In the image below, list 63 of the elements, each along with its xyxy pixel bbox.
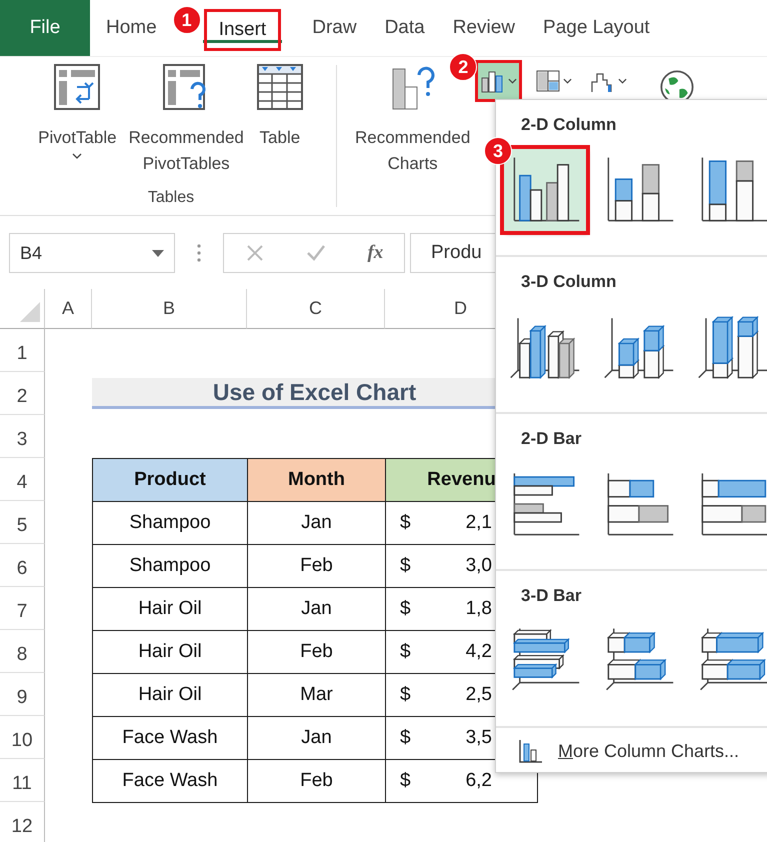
row-header[interactable]: 2: [0, 372, 45, 415]
row-header[interactable]: 7: [0, 587, 45, 630]
table-icon: [256, 63, 304, 111]
row-header[interactable]: 3: [0, 415, 45, 458]
step-badge: 1: [172, 6, 201, 34]
column-header[interactable]: B: [92, 289, 247, 329]
table-header: Product: [92, 458, 248, 502]
section-heading: 3-D Bar: [521, 586, 582, 606]
row-header[interactable]: 1: [0, 329, 45, 372]
cell-reference: B4: [20, 242, 42, 264]
amount: 3,0: [466, 555, 492, 577]
insert-function-button[interactable]: fx: [367, 242, 384, 264]
currency-symbol: $: [400, 598, 411, 620]
row-header[interactable]: 12: [0, 802, 45, 842]
group-label: Tables: [148, 189, 194, 207]
currency-symbol: $: [400, 770, 411, 792]
column-chart-icon: [518, 738, 544, 764]
currency-symbol: $: [400, 684, 411, 706]
amount: 3,5: [466, 727, 492, 749]
amount: 6,2: [466, 770, 492, 792]
currency-symbol: $: [400, 512, 411, 534]
caret-icon: [152, 250, 164, 256]
section-heading: 3-D Column: [521, 272, 618, 292]
row-header[interactable]: 4: [0, 458, 45, 501]
name-box[interactable]: B4: [9, 233, 175, 273]
ribbon-tab[interactable]: Insert: [202, 8, 282, 52]
ribbon-tab[interactable]: Page Layout: [531, 0, 662, 56]
column-header[interactable]: C: [247, 289, 385, 329]
currency-symbol: $: [400, 555, 411, 577]
row-header[interactable]: 8: [0, 630, 45, 673]
section-heading: 2-D Column: [521, 115, 618, 135]
amount: 1,8: [466, 598, 492, 620]
step-badge: 3: [484, 137, 512, 165]
amount: 2,1: [466, 512, 492, 534]
checkmark-icon[interactable]: [306, 243, 326, 263]
section-heading: 2-D Bar: [521, 429, 582, 449]
ribbon-tab[interactable]: Review: [440, 0, 528, 56]
more-charts-link[interactable]: More Column Charts...: [558, 740, 740, 762]
table-header: Month: [247, 458, 386, 502]
step-badge: 2: [449, 53, 478, 81]
row-header[interactable]: 10: [0, 716, 45, 759]
treemap-icon: [535, 68, 562, 94]
row-header[interactable]: 5: [0, 501, 45, 544]
row-header[interactable]: 9: [0, 673, 45, 716]
amount: 2,5: [466, 684, 492, 706]
table-cell: Face Wash: [92, 759, 248, 803]
row-header[interactable]: 6: [0, 544, 45, 587]
currency-symbol: $: [400, 641, 411, 663]
pivottable-button[interactable]: PivotTable: [36, 57, 119, 177]
row-header[interactable]: 11: [0, 759, 45, 802]
more-icon: [197, 243, 201, 263]
ribbon-tab[interactable]: Data: [372, 0, 437, 56]
currency-symbol: $: [400, 727, 411, 749]
ribbon-tab[interactable]: Draw: [300, 0, 369, 56]
column-header[interactable]: A: [45, 289, 92, 329]
ribbon-tab[interactable]: Home: [94, 0, 169, 56]
chart-type-option[interactable]: [504, 149, 586, 231]
recommended-pivottables-button[interactable]: Recommended PivotTables: [126, 57, 246, 177]
pivot-table-icon: [53, 63, 102, 111]
column-chart-button[interactable]: [476, 61, 522, 101]
table-button[interactable]: Table: [254, 57, 306, 177]
amount: 4,2: [466, 641, 492, 663]
file-tab[interactable]: File: [0, 0, 90, 56]
